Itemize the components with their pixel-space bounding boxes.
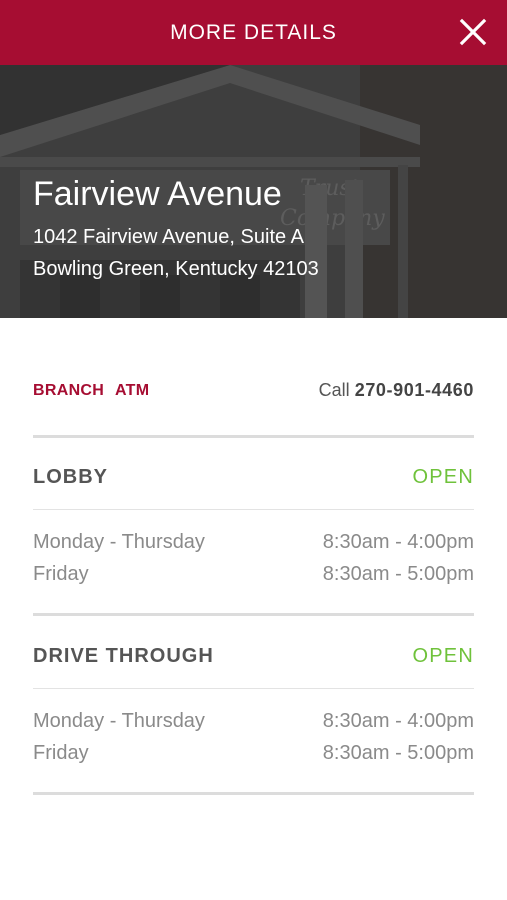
drive-through-status-badge: OPEN: [412, 645, 474, 667]
hours-time: 8:30am - 5:00pm: [322, 563, 474, 585]
location-type-tabs: BRANCH ATM Call 270-901-4460: [33, 378, 474, 406]
hours-days: Monday - Thursday: [33, 531, 205, 553]
divider: [33, 509, 474, 510]
hours-days: Friday: [33, 742, 89, 764]
close-button[interactable]: [457, 16, 489, 48]
hours-row: Monday - Thursday 8:30am - 4:00pm: [33, 710, 474, 738]
address-line-1: 1042 Fairview Avenue, Suite A: [33, 226, 304, 248]
branch-name: Fairview Avenue: [33, 175, 282, 213]
phone-number: 270-901-4460: [354, 380, 474, 400]
tab-branch[interactable]: BRANCH: [33, 382, 104, 400]
page-title: MORE DETAILS: [170, 20, 337, 44]
lobby-status-badge: OPEN: [412, 466, 474, 488]
hours-days: Friday: [33, 563, 89, 585]
lobby-title: LOBBY: [33, 466, 108, 488]
branch-photo: Trust Company Fairview Avenue 1042 Fairv…: [0, 65, 507, 318]
address-line-2: Bowling Green, Kentucky 42103: [33, 258, 319, 280]
divider: [33, 792, 474, 795]
hours-days: Monday - Thursday: [33, 710, 205, 732]
header-bar: MORE DETAILS: [0, 0, 507, 65]
divider: [33, 435, 474, 438]
call-link[interactable]: Call 270-901-4460: [319, 380, 474, 401]
tab-atm[interactable]: ATM: [115, 382, 149, 400]
divider: [33, 688, 474, 689]
hours-time: 8:30am - 4:00pm: [322, 710, 474, 732]
hours-row: Monday - Thursday 8:30am - 4:00pm: [33, 531, 474, 559]
drive-through-title: DRIVE THROUGH: [33, 645, 214, 667]
close-icon: [459, 18, 487, 46]
call-prefix: Call: [318, 380, 350, 400]
divider: [33, 613, 474, 616]
hours-time: 8:30am - 5:00pm: [322, 742, 474, 764]
hours-row: Friday 8:30am - 5:00pm: [33, 742, 474, 770]
hours-time: 8:30am - 4:00pm: [322, 531, 474, 553]
hours-row: Friday 8:30am - 5:00pm: [33, 563, 474, 591]
